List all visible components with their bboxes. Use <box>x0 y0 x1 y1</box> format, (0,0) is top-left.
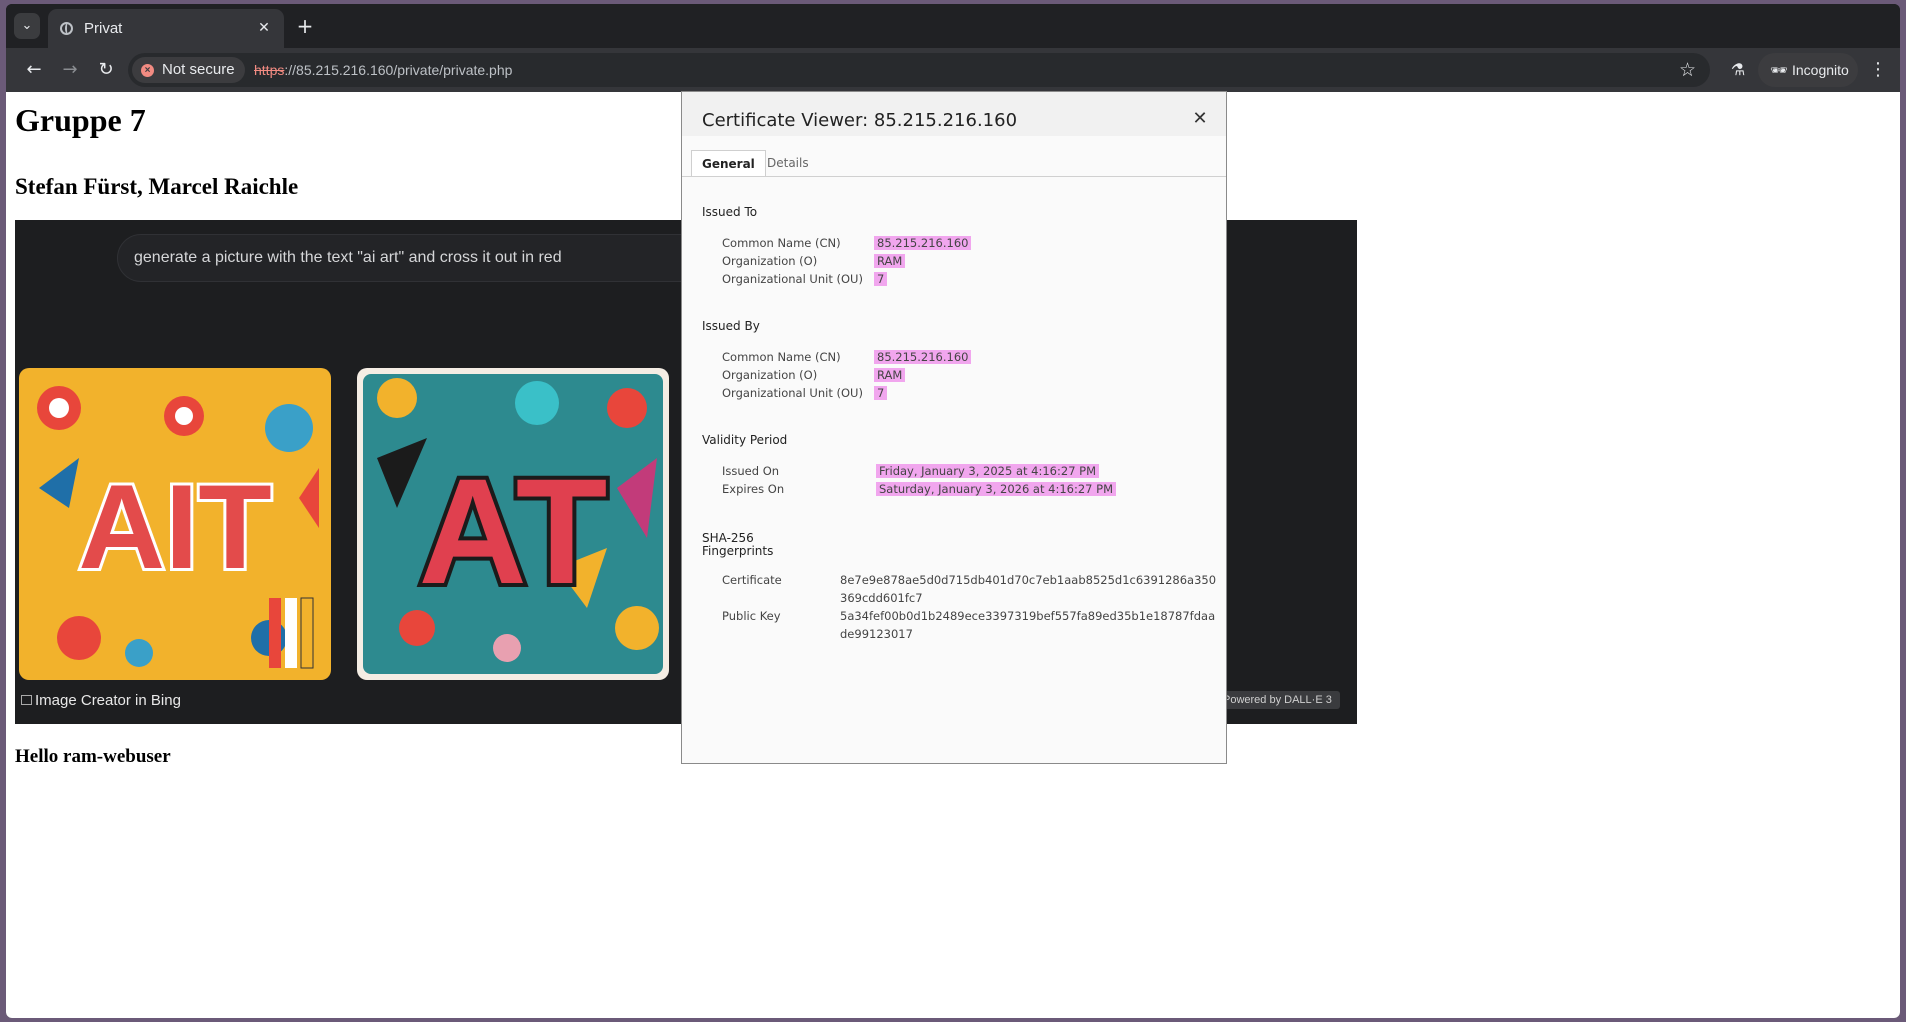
reload-icon[interactable]: ↻ <box>92 56 120 84</box>
cert-fingerprint-value: 8e7e9e878ae5d0d715db401d70c7eb1aab8525d1… <box>840 573 1217 605</box>
incognito-icon: 🕶 <box>1770 62 1788 78</box>
issued-by-ou-label: Organizational Unit (OU) <box>722 386 863 400</box>
image-2-letters: AT <box>419 447 608 615</box>
tab-search-icon[interactable]: ⌄ <box>14 13 40 39</box>
dalle-badge: Powered by DALL·E 3 <box>1215 691 1340 709</box>
page-title: Gruppe 7 <box>15 102 146 138</box>
security-chip[interactable]: × Not secure <box>132 57 245 83</box>
issued-to-o-label: Organization (O) <box>722 254 818 268</box>
issued-on-value: Friday, January 3, 2025 at 4:16:27 PM <box>876 464 1100 478</box>
address-bar[interactable]: × Not secure https://85.215.216.160/priv… <box>128 53 1710 87</box>
bing-footer-label: Image Creator in Bing <box>35 692 181 709</box>
image-2-art: AT <box>357 368 669 680</box>
security-chip-label: Not secure <box>162 61 235 78</box>
image-icon <box>21 695 32 705</box>
incognito-label: Incognito <box>1792 62 1849 78</box>
generated-image-2[interactable]: AT <box>357 368 669 680</box>
certificate-viewer-dialog: Certificate Viewer: 85.215.216.160 ✕ Gen… <box>681 91 1227 764</box>
dialog-tabs: General Details <box>682 136 1226 177</box>
dialog-header: Certificate Viewer: 85.215.216.160 ✕ <box>682 92 1226 136</box>
warning-icon: × <box>141 64 154 77</box>
issued-by-o-value: RAM <box>874 368 906 382</box>
authors-heading: Stefan Fürst, Marcel Raichle <box>15 174 299 199</box>
tab-general[interactable]: General <box>691 150 766 176</box>
incognito-button[interactable]: 🕶 Incognito <box>1758 53 1858 87</box>
image-1-art: AIT <box>19 368 331 680</box>
expires-on-label: Expires On <box>722 482 785 496</box>
tab-title: Privat <box>84 20 123 37</box>
validity-heading: Validity Period <box>702 433 788 447</box>
forward-arrow-icon[interactable]: → <box>56 56 84 84</box>
cert-fingerprint-label: Certificate <box>722 573 782 587</box>
bing-footer-link[interactable]: Image Creator in Bing <box>21 692 181 709</box>
issued-by-cn-label: Common Name (CN) <box>722 350 841 364</box>
star-icon[interactable]: ☆ <box>1679 58 1696 82</box>
expires-on-value: Saturday, January 3, 2026 at 4:16:27 PM <box>876 482 1116 496</box>
key-fingerprint-value: 5a34fef00b0d1b2489ece3397319bef557fa89ed… <box>840 609 1216 641</box>
dialog-title: Certificate Viewer: 85.215.216.160 <box>702 110 1018 131</box>
close-icon[interactable]: ✕ <box>254 18 274 38</box>
fingerprints-heading-2: Fingerprints <box>702 544 774 558</box>
issued-to-ou-value: 7 <box>874 272 888 286</box>
issued-on-label: Issued On <box>722 464 780 478</box>
issued-to-heading: Issued To <box>702 205 758 219</box>
kebab-menu-icon[interactable]: ⋮ <box>1866 56 1890 84</box>
labs-flask-icon[interactable]: ⚗ <box>1724 56 1752 84</box>
issued-to-o-value: RAM <box>874 254 906 268</box>
url-rest: ://85.215.216.160/private/private.php <box>284 62 513 78</box>
fingerprints-heading-1: SHA-256 <box>702 531 754 545</box>
issued-by-heading: Issued By <box>702 319 760 333</box>
issued-to-cn-value: 85.215.216.160 <box>874 236 972 250</box>
toolbar: ← → ↻ × Not secure https://85.215.216.16… <box>6 48 1900 92</box>
url-text[interactable]: https://85.215.216.160/private/private.p… <box>254 62 512 78</box>
issued-by-ou-value: 7 <box>874 386 888 400</box>
generated-image-1[interactable]: AIT <box>19 368 331 680</box>
globe-icon <box>60 22 73 35</box>
key-fingerprint-label: Public Key <box>722 609 781 623</box>
issued-to-cn-label: Common Name (CN) <box>722 236 841 250</box>
url-scheme: https <box>254 62 285 78</box>
issued-by-cn-value: 85.215.216.160 <box>874 350 972 364</box>
tab-strip: ⌄ Privat ✕ + <box>6 4 1900 48</box>
image-1-letters: AIT <box>78 460 271 594</box>
tab-privat[interactable]: Privat ✕ <box>48 9 284 48</box>
greeting-heading: Hello ram-webuser <box>15 746 171 767</box>
back-arrow-icon[interactable]: ← <box>20 56 48 84</box>
issued-by-o-label: Organization (O) <box>722 368 818 382</box>
plus-icon[interactable]: + <box>292 14 318 40</box>
browser-window: ⌄ Privat ✕ + ← → ↻ × Not secure https://… <box>6 4 1900 1018</box>
tab-details[interactable]: Details <box>767 150 809 176</box>
issued-to-ou-label: Organizational Unit (OU) <box>722 272 863 286</box>
close-icon[interactable]: ✕ <box>1190 109 1210 129</box>
